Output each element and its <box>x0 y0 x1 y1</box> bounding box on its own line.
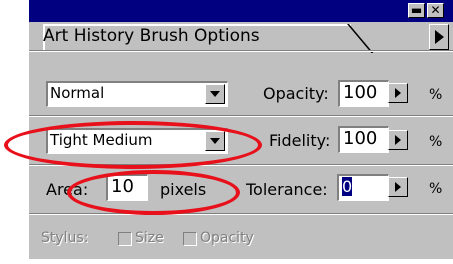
mode-dropdown-button[interactable] <box>205 84 225 104</box>
palette-menu-button[interactable] <box>429 24 449 50</box>
annotation-ellipse-style <box>4 121 262 169</box>
tolerance-slider-button[interactable] <box>388 177 408 197</box>
fidelity-input[interactable]: 100 <box>338 126 389 153</box>
opacity-percent: % <box>429 87 443 103</box>
mode-select[interactable]: Normal <box>46 81 228 107</box>
stylus-opacity-checkbox[interactable] <box>183 232 197 246</box>
palette-title-bar[interactable]: ▬ ✕ <box>29 0 453 22</box>
divider <box>29 213 453 215</box>
divider <box>29 115 453 117</box>
tolerance-percent: % <box>429 181 443 197</box>
chevron-right-icon <box>395 88 401 98</box>
divider <box>29 50 453 52</box>
stylus-size-checkbox[interactable] <box>118 232 132 246</box>
opacity-slider-button[interactable] <box>388 83 408 103</box>
fidelity-value: 100 <box>343 128 378 149</box>
chevron-down-icon <box>210 91 220 97</box>
fidelity-percent: % <box>429 134 443 150</box>
tolerance-label: Tolerance: <box>246 180 328 199</box>
flyout-menu-arrow-icon <box>435 30 444 44</box>
opacity-input[interactable]: 100 <box>338 80 389 107</box>
mode-value: Normal <box>50 84 105 102</box>
tolerance-input[interactable]: 0 <box>337 174 389 201</box>
tab-label: Art History Brush Options <box>43 26 260 46</box>
fidelity-label: Fidelity: <box>269 131 331 150</box>
tolerance-value: 0 <box>342 177 353 196</box>
chevron-right-icon <box>395 182 401 192</box>
stylus-size-label: Size <box>135 230 164 246</box>
fidelity-slider-button[interactable] <box>388 130 408 150</box>
opacity-value: 100 <box>343 82 378 103</box>
minimize-icon[interactable]: ▬ <box>408 3 425 18</box>
close-icon[interactable]: ✕ <box>427 3 444 18</box>
chevron-right-icon <box>395 135 401 145</box>
stylus-opacity-label: Opacity <box>200 230 254 246</box>
opacity-label: Opacity: <box>263 84 329 103</box>
stylus-label: Stylus: <box>41 230 89 246</box>
annotation-ellipse-area <box>67 170 240 215</box>
